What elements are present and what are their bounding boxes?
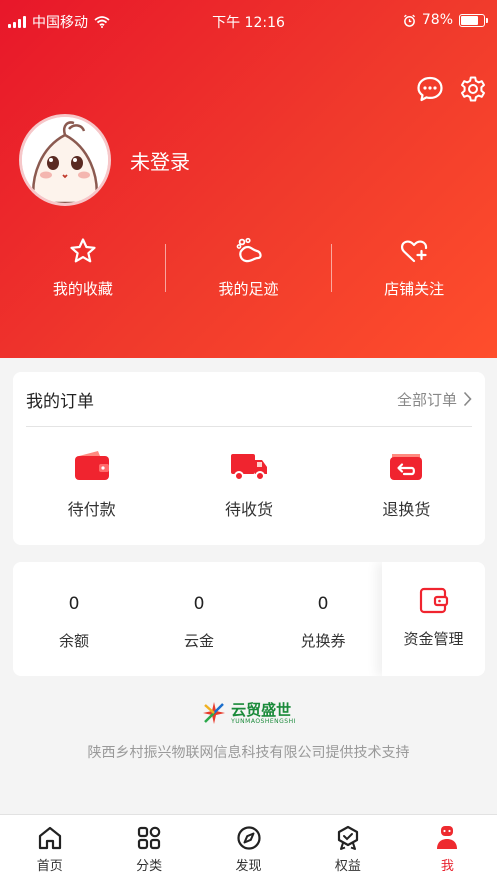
tab-me[interactable]: 我: [398, 815, 497, 883]
truck-icon: [230, 454, 267, 481]
brand-name-en: YUNMAOSHENGSHI: [231, 717, 296, 725]
chevron-right-icon: [463, 391, 472, 407]
wallet-icon: [74, 451, 109, 480]
fund-management-button[interactable]: 资金管理: [382, 562, 485, 676]
tech-support-text: 陕西乡村振兴物联网信息科技有限公司提供技术支持: [87, 745, 410, 761]
category-icon: [138, 826, 161, 850]
footprints-link[interactable]: 我的足迹: [166, 236, 332, 306]
pending-delivery-button[interactable]: 待收货: [170, 448, 327, 520]
voucher-label: 兑换券: [300, 632, 346, 650]
compass-icon: [236, 826, 261, 850]
followed-shops-link[interactable]: 店铺关注: [331, 236, 497, 306]
orders-title: 我的订单: [26, 391, 94, 412]
battery-icon: [459, 13, 488, 27]
tab-benefits-label: 权益: [334, 859, 361, 874]
pending-delivery-label: 待收货: [224, 500, 273, 519]
chat-bubble-icon[interactable]: [415, 74, 445, 104]
balance-label: 余额: [58, 632, 89, 650]
bottom-tab-bar: 首页 分类 发现 权益 我: [0, 814, 497, 883]
favorites-label: 我的收藏: [52, 280, 113, 298]
login-status[interactable]: 未登录: [130, 146, 190, 175]
pending-payment-button[interactable]: 待付款: [13, 448, 170, 520]
tab-home-label: 首页: [36, 859, 63, 874]
fund-management-label: 资金管理: [403, 630, 464, 648]
avatar[interactable]: [19, 114, 111, 206]
orders-card: 我的订单 全部订单 待付款 待收货 退换货: [13, 372, 485, 545]
footprints-label: 我的足迹: [218, 280, 279, 298]
brand-name: 云贸盛世: [231, 700, 292, 719]
heart-plus-icon: [401, 240, 428, 263]
balance-value: 0: [68, 594, 80, 614]
orders-header: 我的订单 全部订单: [26, 372, 472, 427]
battery-percent: 78%: [421, 12, 453, 28]
balance-item[interactable]: 0 余额: [19, 594, 129, 651]
badge-icon: [337, 825, 359, 850]
brand-logo: 云贸盛世 YUNMAOSHENGSHI: [0, 700, 497, 726]
tab-discover[interactable]: 发现: [199, 815, 298, 883]
divider: [165, 244, 166, 292]
tab-benefits[interactable]: 权益: [298, 815, 397, 883]
divider: [331, 244, 332, 292]
yunjin-item[interactable]: 0 云金: [144, 594, 254, 651]
profile-icon: [437, 826, 458, 849]
quick-links: 我的收藏 我的足迹 店铺关注: [0, 236, 497, 306]
favorites-link[interactable]: 我的收藏: [0, 236, 166, 306]
returns-label: 退换货: [382, 500, 431, 519]
funds-card: 0 余额 0 云金 0 兑换券 资金管理: [13, 562, 485, 676]
footprint-icon: [236, 237, 262, 263]
default-avatar-icon: [22, 117, 108, 203]
return-icon: [390, 454, 423, 480]
yunjin-value: 0: [193, 594, 205, 614]
star-icon: [70, 238, 96, 263]
returns-button[interactable]: 退换货: [328, 448, 485, 520]
pending-payment-label: 待付款: [67, 500, 116, 519]
tab-home[interactable]: 首页: [0, 815, 99, 883]
voucher-item[interactable]: 0 兑换券: [268, 594, 378, 651]
home-icon: [38, 826, 61, 850]
alarm-icon: [403, 14, 415, 27]
gear-icon[interactable]: [458, 74, 488, 104]
all-orders-link[interactable]: 全部订单: [397, 389, 472, 410]
tab-discover-label: 发现: [235, 859, 262, 874]
followed-shops-label: 店铺关注: [384, 280, 445, 298]
tab-category-label: 分类: [136, 859, 163, 874]
wallet-outline-icon: [419, 587, 448, 614]
profile-header: 中国移动 下午 12:16 78% 未登录 我的收藏 我的足迹 店铺关注: [0, 0, 497, 358]
voucher-value: 0: [317, 594, 329, 614]
all-orders-label: 全部订单: [396, 390, 457, 409]
tab-category[interactable]: 分类: [99, 815, 198, 883]
status-bar: 中国移动 下午 12:16 78%: [0, 0, 497, 42]
brand-star-logo: [203, 702, 226, 724]
yunjin-label: 云金: [183, 632, 214, 650]
tab-me-label: 我: [440, 859, 454, 874]
